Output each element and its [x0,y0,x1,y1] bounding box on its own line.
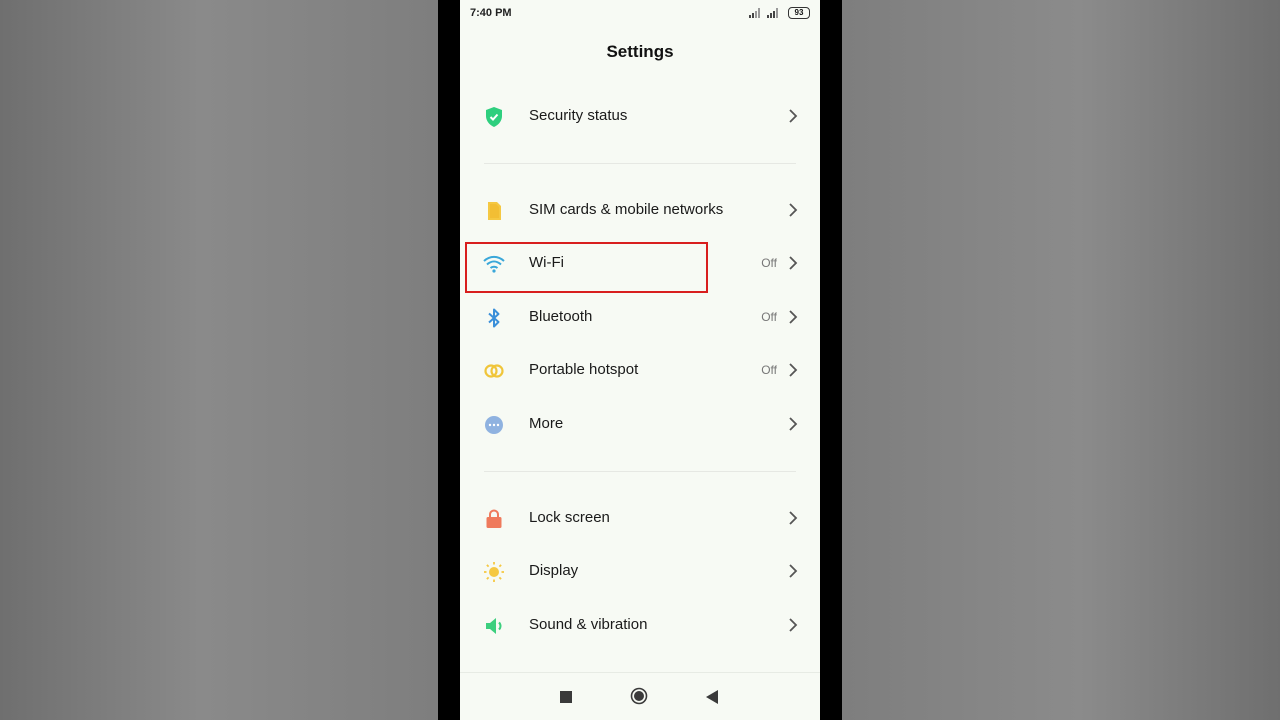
wifi-highlight-box [465,242,708,293]
chevron-right-icon [789,564,798,578]
settings-item-label: Sound & vibration [529,616,648,633]
recents-icon[interactable] [560,691,572,703]
navigation-bar [460,672,820,720]
chevron-right-icon [789,203,798,217]
chevron-right-icon [789,363,798,377]
settings-item-more[interactable]: More [460,401,820,449]
signal-icon [749,8,760,18]
status-bar: 7:40 PM 93 [460,0,820,26]
sun-icon [484,562,504,582]
bluetooth-icon [488,308,500,328]
settings-item-sim-cards[interactable]: SIM cards & mobile networks [460,187,820,235]
home-icon[interactable] [630,687,648,705]
chevron-right-icon [789,618,798,632]
settings-item-status: Off [761,256,777,270]
divider [484,163,796,164]
settings-item-lock-screen[interactable]: Lock screen [460,495,820,543]
phone-screen: 7:40 PM 93 Settings Security status SIM … [460,0,820,720]
phone-bezel-left [438,0,460,720]
settings-item-sound-vibration[interactable]: Sound & vibration [460,602,820,650]
battery-icon: 93 [788,7,810,19]
signal-icon [767,8,778,18]
back-icon[interactable] [706,690,718,704]
chevron-right-icon [789,511,798,525]
chevron-right-icon [789,310,798,324]
lock-icon [486,509,502,528]
more-icon [485,416,503,434]
divider [484,471,796,472]
shield-check-icon [486,107,502,127]
hotspot-icon [484,364,504,378]
settings-item-portable-hotspot[interactable]: Portable hotspot Off [460,347,820,395]
status-time: 7:40 PM [470,7,512,19]
settings-item-security-status[interactable]: Security status [460,93,820,141]
page-title: Settings [606,42,674,61]
settings-item-label: Portable hotspot [529,361,639,378]
settings-item-label: Security status [529,107,628,124]
settings-item-status: Off [761,310,777,324]
settings-item-label: More [529,415,564,432]
settings-item-display[interactable]: Display [460,548,820,596]
chevron-right-icon [789,109,798,123]
chevron-right-icon [789,256,798,270]
settings-item-bluetooth[interactable]: Bluetooth Off [460,294,820,342]
settings-item-label: Display [529,562,579,579]
speaker-icon [486,618,502,634]
settings-item-status: Off [761,363,777,377]
chevron-right-icon [789,417,798,431]
settings-item-label: SIM cards & mobile networks [529,201,724,218]
settings-item-label: Bluetooth [529,308,593,325]
sim-card-icon [488,202,501,220]
phone-bezel-right [820,0,842,720]
settings-item-label: Lock screen [529,509,610,526]
